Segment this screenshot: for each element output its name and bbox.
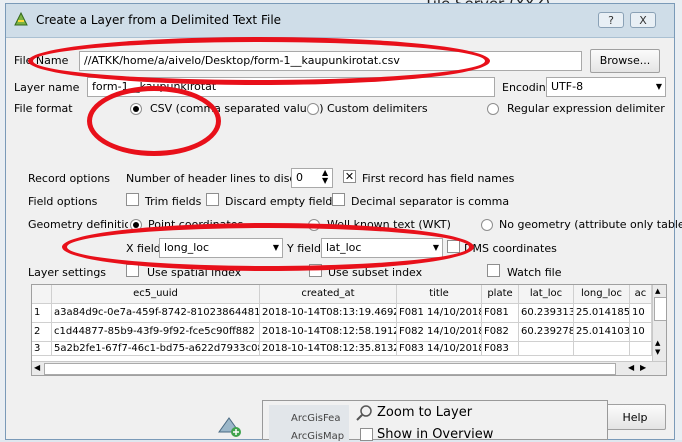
close-button[interactable]: X xyxy=(630,12,656,28)
table-cell: F082 xyxy=(482,323,519,342)
table-cell: 60.239278 xyxy=(519,323,574,342)
first-record-checkbox[interactable]: ✕ xyxy=(343,170,356,183)
table-header[interactable]: ec5_uuid xyxy=(52,285,260,304)
row-number: 3 xyxy=(32,342,52,356)
table-cell: F083 14/10/2018 xyxy=(397,342,482,356)
field-options-label: Field options xyxy=(28,195,98,208)
table-cell: a3a84d9c-0e7a-459f-8742-810238644813 xyxy=(52,304,260,323)
decimal-comma-label: Decimal separator is comma xyxy=(351,195,510,208)
geometry-definition-label: Geometry definition xyxy=(28,218,128,231)
table-header[interactable]: plate xyxy=(482,285,519,304)
table-header[interactable]: ac xyxy=(630,285,652,304)
table-cell: 5a2b2fe1-67f7-46c1-bd75-a622d7933c08 xyxy=(52,342,260,356)
show-in-overview-checkbox[interactable] xyxy=(360,428,373,441)
table-cell: F081 14/10/2018 xyxy=(397,304,482,323)
annotation-oval xyxy=(28,37,490,85)
table-cell: 2018-10-14T08:12:58.191Z xyxy=(260,323,397,342)
help-title-button[interactable]: ? xyxy=(598,12,624,28)
discard-empty-label: Discard empty fields xyxy=(225,195,339,208)
layer-tree-item[interactable]: ArcGisFea xyxy=(291,413,340,424)
annotation-oval xyxy=(87,86,221,156)
scrollbar-thumb[interactable] xyxy=(654,297,666,321)
encoding-select[interactable]: UTF-8 ▼ xyxy=(546,77,666,97)
table-header[interactable]: long_loc xyxy=(574,285,630,304)
vertical-scrollbar[interactable]: ▲ ▲ ▼ xyxy=(652,285,666,361)
qgis-icon xyxy=(14,11,28,26)
table-cell: c1d44877-85b9-43f9-9f92-fce5c90ff882 xyxy=(52,323,260,342)
help-button[interactable]: Help xyxy=(604,404,666,430)
table-cell: F081 xyxy=(482,304,519,323)
spatial-index-checkbox[interactable] xyxy=(126,264,139,277)
regex-label: Regular expression delimiter xyxy=(507,102,665,115)
sample-data-table[interactable]: ec5_uuid created_at title plate lat_loc … xyxy=(31,284,667,376)
watch-file-label: Watch file xyxy=(507,266,562,279)
browse-button[interactable]: Browse... xyxy=(590,49,660,73)
table-header[interactable]: created_at xyxy=(260,285,397,304)
regex-radio[interactable] xyxy=(487,103,499,115)
table-cell: F083 xyxy=(482,342,519,356)
spinbox-arrows[interactable]: ▲ ▼ xyxy=(322,169,328,185)
scrollbar-thumb[interactable] xyxy=(44,363,616,375)
table-header[interactable]: lat_loc xyxy=(519,285,574,304)
scroll-up-icon[interactable]: ▲ xyxy=(655,339,660,347)
custom-delimiters-radio[interactable] xyxy=(307,103,319,115)
zoom-icon xyxy=(356,405,372,421)
dialog-footer-divider xyxy=(6,382,674,394)
table-cell xyxy=(574,342,630,356)
row-number: 2 xyxy=(32,323,52,342)
layer-name-label: Layer name xyxy=(14,81,80,94)
chevron-down-icon: ▼ xyxy=(655,82,662,91)
table-cell: 25.014103 xyxy=(574,323,630,342)
add-layer-icon[interactable] xyxy=(216,414,242,438)
table-cell: 2018-10-14T08:13:19.469Z xyxy=(260,304,397,323)
layer-context-menu: ArcGisFea ArcGisMap Zoom to Layer Show i… xyxy=(262,400,608,442)
first-record-label: First record has field names xyxy=(362,172,515,185)
discard-empty-checkbox[interactable] xyxy=(206,193,219,206)
encoding-value: UTF-8 xyxy=(551,80,584,93)
table-header[interactable]: title xyxy=(397,285,482,304)
dms-label: DMS coordinates xyxy=(464,242,557,255)
horizontal-scrollbar[interactable]: ◀ ◀ ▶ xyxy=(32,361,666,375)
scroll-right-icon[interactable]: ▶ xyxy=(640,363,646,372)
file-format-label: File format xyxy=(14,102,73,115)
table-cell: 10 xyxy=(630,323,652,342)
scroll-left-icon[interactable]: ◀ xyxy=(34,363,40,372)
table-cell: F082 14/10/2018 xyxy=(397,323,482,342)
layer-tree-item[interactable]: ArcGisMap xyxy=(291,431,344,442)
trim-fields-checkbox[interactable] xyxy=(126,193,139,206)
table-cell: 60.239313 xyxy=(519,304,574,323)
zoom-to-layer-item[interactable]: Zoom to Layer xyxy=(377,405,472,420)
table-cell xyxy=(630,342,652,356)
table-cell xyxy=(519,342,574,356)
scroll-left-icon[interactable]: ◀ xyxy=(628,363,634,372)
decimal-comma-checkbox[interactable] xyxy=(332,193,345,206)
record-options-label: Record options xyxy=(28,172,111,185)
table-cell: 10 xyxy=(630,304,652,323)
row-number: 1 xyxy=(32,304,52,323)
table-corner xyxy=(32,285,52,304)
watch-file-checkbox[interactable] xyxy=(487,264,500,277)
custom-delimiters-label: Custom delimiters xyxy=(327,102,428,115)
scroll-down-icon[interactable]: ▼ xyxy=(655,348,660,356)
annotation-oval xyxy=(62,223,474,271)
dialog-title: Create a Layer from a Delimited Text Fil… xyxy=(36,13,282,27)
trim-fields-label: Trim fields xyxy=(145,195,202,208)
no-geometry-radio[interactable] xyxy=(481,219,493,231)
table-cell: 2018-10-14T08:12:35.813Z xyxy=(260,342,397,356)
layer-settings-label: Layer settings xyxy=(28,266,107,279)
header-lines-label: Number of header lines to discard xyxy=(126,172,314,185)
dialog-titlebar[interactable]: Create a Layer from a Delimited Text Fil… xyxy=(6,4,674,38)
scroll-up-icon[interactable]: ▲ xyxy=(655,287,660,295)
table-cell: 25.014185 xyxy=(574,304,630,323)
no-geometry-label: No geometry (attribute only table) xyxy=(499,218,682,231)
